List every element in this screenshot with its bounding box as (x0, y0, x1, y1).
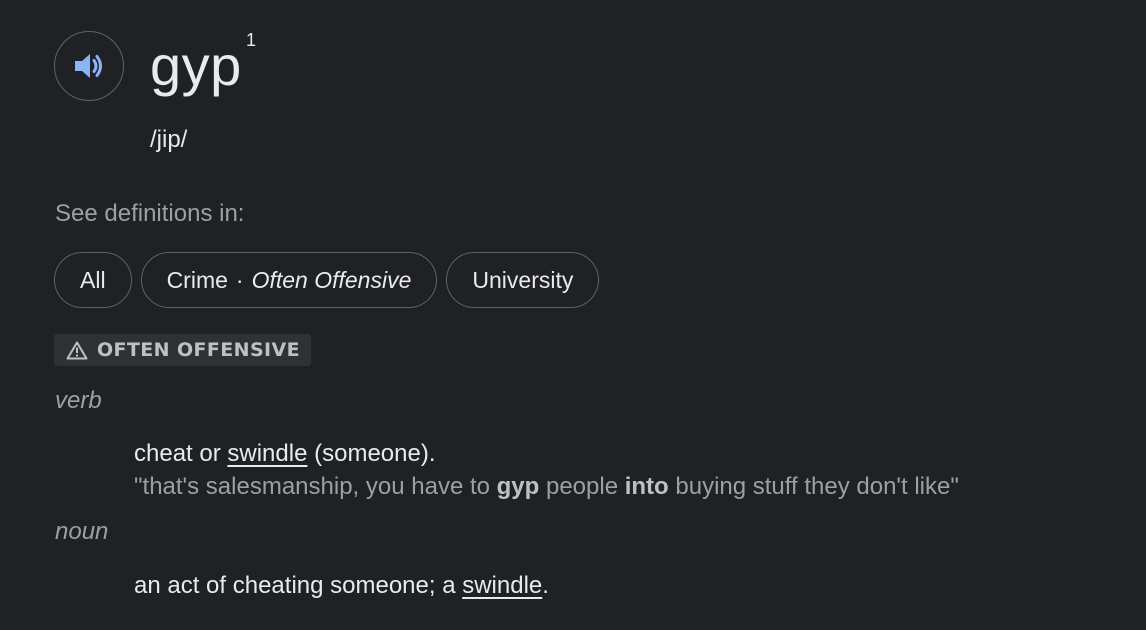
chip-label: Crime (166, 266, 228, 293)
example-text: buying stuff they don't like" (668, 473, 959, 500)
example-bold-word: gyp (496, 473, 540, 500)
example-text: people (539, 473, 625, 500)
chip-all[interactable]: All (54, 252, 132, 308)
chip-separator: · (235, 266, 244, 293)
definition-text: cheat or (134, 440, 228, 467)
pronunciation-speaker-button[interactable] (54, 31, 124, 101)
example-text: "that's salesmanship, you have to (134, 473, 497, 500)
chip-university[interactable]: University (446, 252, 600, 308)
example-bold-word: into (624, 473, 669, 500)
swindle-link[interactable]: swindle (227, 440, 307, 467)
warning-label: OFTEN OFFENSIVE (97, 339, 301, 361)
chip-crime[interactable]: Crime · Often Offensive (140, 252, 438, 308)
definition-source-chips: All Crime · Often Offensive University (54, 252, 600, 308)
verb-example: "that's salesmanship, you have to gyp pe… (134, 472, 959, 502)
volume-up-icon (72, 51, 106, 81)
part-of-speech-verb: verb (55, 387, 102, 414)
offensive-warning-badge: OFTEN OFFENSIVE (54, 334, 312, 366)
chip-label: University (472, 266, 574, 293)
chip-label: All (80, 266, 106, 293)
verb-definition: cheat or swindle (someone). (134, 439, 436, 469)
headword: gyp (150, 34, 242, 97)
swindle-link[interactable]: swindle (462, 572, 542, 599)
noun-definition: an act of cheating someone; a swindle. (134, 571, 549, 601)
see-definitions-label: See definitions in: (55, 200, 245, 227)
definition-text: (someone). (307, 440, 436, 467)
phonetic-spelling: /jip/ (150, 126, 188, 153)
chip-qualifier: Often Offensive (251, 266, 412, 293)
warning-triangle-icon (66, 341, 97, 360)
definition-text: . (542, 572, 549, 599)
definition-text: an act of cheating someone; a (134, 572, 463, 599)
part-of-speech-noun: noun (55, 518, 109, 545)
homograph-number: 1 (246, 30, 257, 50)
